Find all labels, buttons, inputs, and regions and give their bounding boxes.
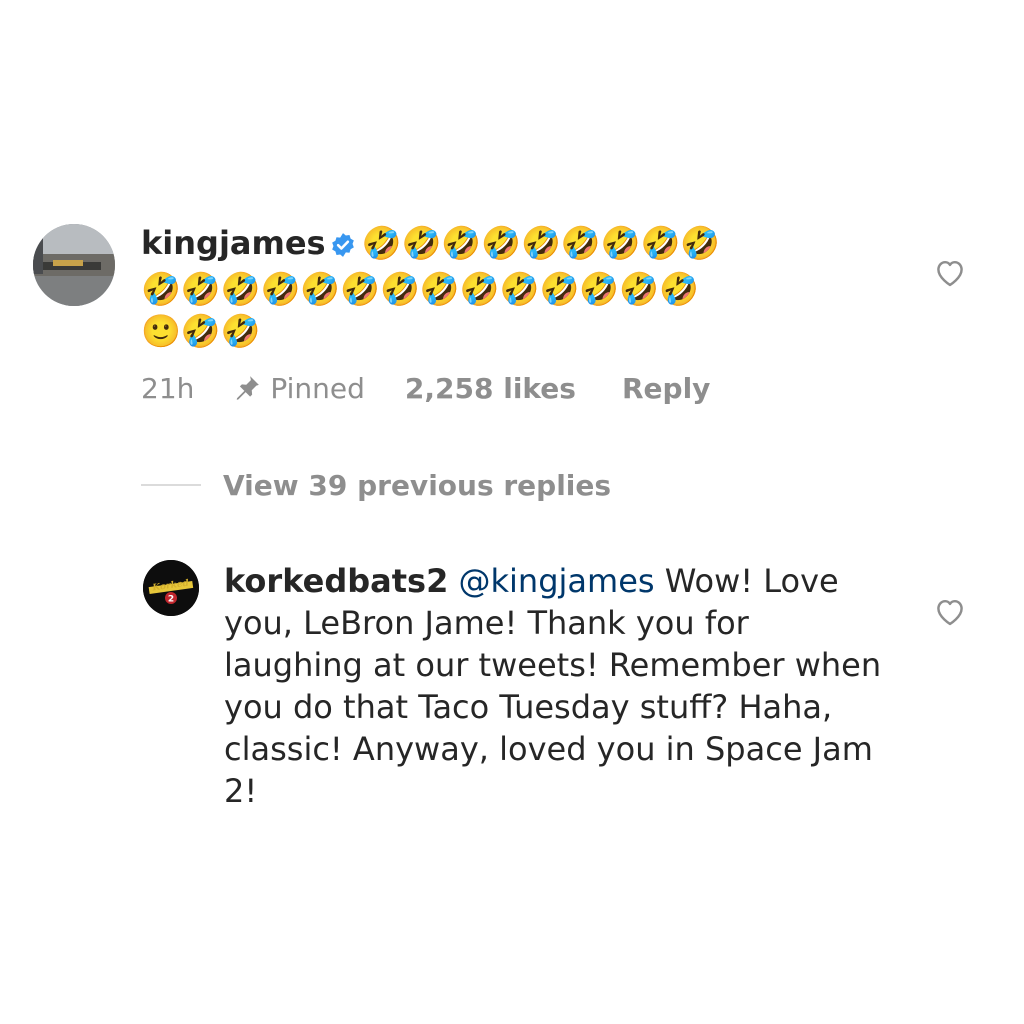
view-replies-label: View 39 previous replies: [223, 468, 612, 502]
verified-badge-icon: [330, 226, 356, 268]
pinned-label: Pinned: [270, 371, 365, 405]
avatar-photo: [33, 224, 115, 306]
avatar-kingjames[interactable]: [33, 224, 115, 306]
avatar-logo: Korked 2: [143, 560, 199, 616]
username-kingjames[interactable]: kingjames: [141, 224, 326, 262]
divider-line: [141, 484, 201, 486]
mention-link[interactable]: @kingjames: [459, 562, 655, 600]
avatar-korkedbats2[interactable]: Korked 2: [143, 560, 199, 616]
emoji-row-2: 🤣🤣🤣🤣🤣🤣🤣🤣🤣🤣🤣🤣🤣🤣: [141, 270, 699, 308]
timestamp: 21h: [141, 371, 195, 405]
pin-icon: [232, 373, 262, 403]
view-previous-replies-button[interactable]: View 39 previous replies: [141, 465, 611, 505]
comment-korkedbats2: korkedbats2 @kingjames Wow! Love you, Le…: [224, 560, 884, 812]
comment-meta-kingjames: 21h Pinned 2,258 likes Reply: [141, 368, 710, 408]
comment-kingjames: kingjames 🤣🤣🤣🤣🤣🤣🤣🤣🤣 🤣🤣🤣🤣🤣🤣🤣🤣🤣🤣🤣🤣🤣🤣 🙂🤣🤣: [141, 222, 881, 352]
likes-count-button[interactable]: 2,258 likes: [405, 372, 576, 405]
emoji-row-3: 🙂🤣🤣: [141, 312, 261, 350]
username-korkedbats2[interactable]: korkedbats2: [224, 562, 448, 600]
svg-text:2: 2: [168, 595, 174, 605]
heart-outline-icon[interactable]: [933, 257, 967, 287]
reply-button[interactable]: Reply: [622, 372, 710, 405]
emoji-row-1: 🤣🤣🤣🤣🤣🤣🤣🤣🤣: [361, 224, 721, 262]
heart-outline-icon[interactable]: [933, 596, 967, 626]
